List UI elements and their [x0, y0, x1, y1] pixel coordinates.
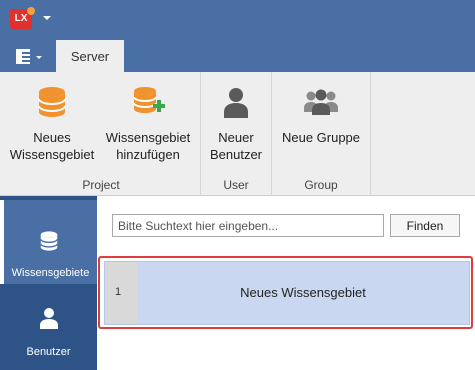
title-bar: LX: [0, 0, 475, 36]
add-knowledge-area-button[interactable]: Wissensgebiet hinzufügen: [100, 72, 196, 172]
find-button[interactable]: Finden: [390, 214, 460, 237]
database-icon: [40, 231, 58, 251]
new-group-button[interactable]: Neue Gruppe: [273, 72, 369, 172]
new-user-label-line2: Benutzer: [209, 147, 263, 162]
ribbon-separator: [200, 72, 201, 196]
file-menu-button[interactable]: [14, 46, 44, 68]
ribbon-separator: [271, 72, 272, 196]
nav-item-knowledge-areas[interactable]: Wissensgebiete: [0, 200, 97, 284]
group-label-group: Group: [304, 178, 338, 192]
user-icon: [40, 308, 58, 329]
ribbon: Neues Wissensgebiet Wissensgebiet hinzuf…: [0, 72, 475, 196]
left-navigation: Wissensgebiete Benutzer: [0, 196, 97, 370]
nav-item-label: Benutzer: [26, 346, 71, 358]
group-label-project: Project: [82, 178, 120, 192]
search-input[interactable]: [112, 214, 384, 237]
database-icon: [38, 87, 66, 117]
logo-dot: [27, 7, 35, 15]
table-row[interactable]: 1 Neues Wissensgebiet: [104, 261, 470, 325]
tab-server[interactable]: Server: [56, 40, 124, 73]
new-user-label-line1: Neuer: [218, 130, 254, 145]
database-add-icon: [133, 87, 165, 113]
group-icon: [304, 89, 338, 115]
new-knowledge-area-label-line1: Neues: [33, 130, 71, 145]
app-logo-text: LX: [14, 13, 28, 24]
document-icon: [16, 49, 30, 64]
quick-access-dropdown-icon[interactable]: [43, 16, 51, 20]
row-number: 1: [105, 262, 137, 324]
nav-item-users[interactable]: Benutzer: [0, 298, 97, 370]
new-knowledge-area-label-line2: Wissensgebiet: [9, 147, 95, 162]
add-knowledge-area-label-line1: Wissensgebiet: [105, 130, 191, 145]
add-knowledge-area-label-line2: hinzufügen: [116, 147, 180, 162]
chevron-down-icon: [36, 56, 42, 59]
user-icon: [224, 88, 248, 118]
nav-item-label: Wissensgebiete: [11, 267, 90, 279]
new-user-button[interactable]: Neuer Benutzer: [202, 72, 270, 172]
new-group-label: Neue Gruppe: [281, 130, 361, 145]
row-title: Neues Wissensgebiet: [240, 285, 366, 300]
group-label-user: User: [223, 178, 249, 192]
ribbon-separator: [370, 72, 371, 196]
new-knowledge-area-button[interactable]: Neues Wissensgebiet: [6, 72, 98, 172]
app-logo[interactable]: LX: [10, 7, 35, 29]
